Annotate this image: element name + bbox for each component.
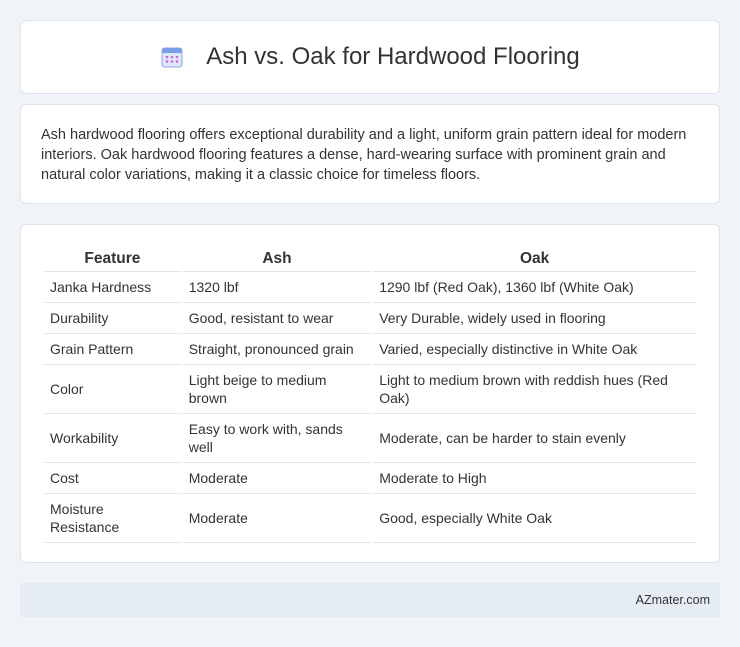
cell-ash: Moderate [182,494,372,543]
table-row: Moisture Resistance Moderate Good, espec… [44,494,696,543]
cell-oak: Varied, especially distinctive in White … [373,334,696,365]
title-wrap: Ash vs. Oak for Hardwood Flooring [160,43,580,71]
cell-oak: Light to medium brown with reddish hues … [373,365,696,414]
cell-oak: Very Durable, widely used in flooring [373,303,696,334]
cell-oak: Moderate to High [373,463,696,494]
cell-feature: Color [44,365,181,414]
cell-feature: Durability [44,303,181,334]
header-ash: Ash [182,247,372,272]
header-oak: Oak [373,247,696,272]
page-title: Ash vs. Oak for Hardwood Flooring [206,43,580,70]
table-row: Grain Pattern Straight, pronounced grain… [44,334,696,365]
cell-feature: Grain Pattern [44,334,181,365]
comparison-table: Feature Ash Oak Janka Hardness 1320 lbf … [42,247,698,543]
cell-ash: Straight, pronounced grain [182,334,372,365]
cell-feature: Moisture Resistance [44,494,181,543]
comparison-table-card: Feature Ash Oak Janka Hardness 1320 lbf … [20,224,720,563]
cell-feature: Janka Hardness [44,272,181,303]
cell-oak: Good, especially White Oak [373,494,696,543]
table-row: Cost Moderate Moderate to High [44,463,696,494]
cell-ash: Easy to work with, sands well [182,414,372,463]
cell-ash: Light beige to medium brown [182,365,372,414]
cell-feature: Cost [44,463,181,494]
header-card: Ash vs. Oak for Hardwood Flooring [20,20,720,94]
intro-text: Ash hardwood flooring offers exceptional… [41,127,687,183]
header-feature: Feature [44,247,181,272]
cell-ash: Good, resistant to wear [182,303,372,334]
footer-site-link[interactable]: AZmater.com [636,593,710,607]
intro-card: Ash hardwood flooring offers exceptional… [20,104,720,204]
cell-feature: Workability [44,414,181,463]
cell-oak: 1290 lbf (Red Oak), 1360 lbf (White Oak) [373,272,696,303]
cell-ash: 1320 lbf [182,272,372,303]
calendar-icon [161,47,183,68]
table-header-row: Feature Ash Oak [44,247,696,272]
cell-ash: Moderate [182,463,372,494]
table-row: Durability Good, resistant to wear Very … [44,303,696,334]
cell-oak: Moderate, can be harder to stain evenly [373,414,696,463]
table-row: Workability Easy to work with, sands wel… [44,414,696,463]
table-row: Color Light beige to medium brown Light … [44,365,696,414]
footer-bar: AZmater.com [20,583,720,617]
table-row: Janka Hardness 1320 lbf 1290 lbf (Red Oa… [44,272,696,303]
